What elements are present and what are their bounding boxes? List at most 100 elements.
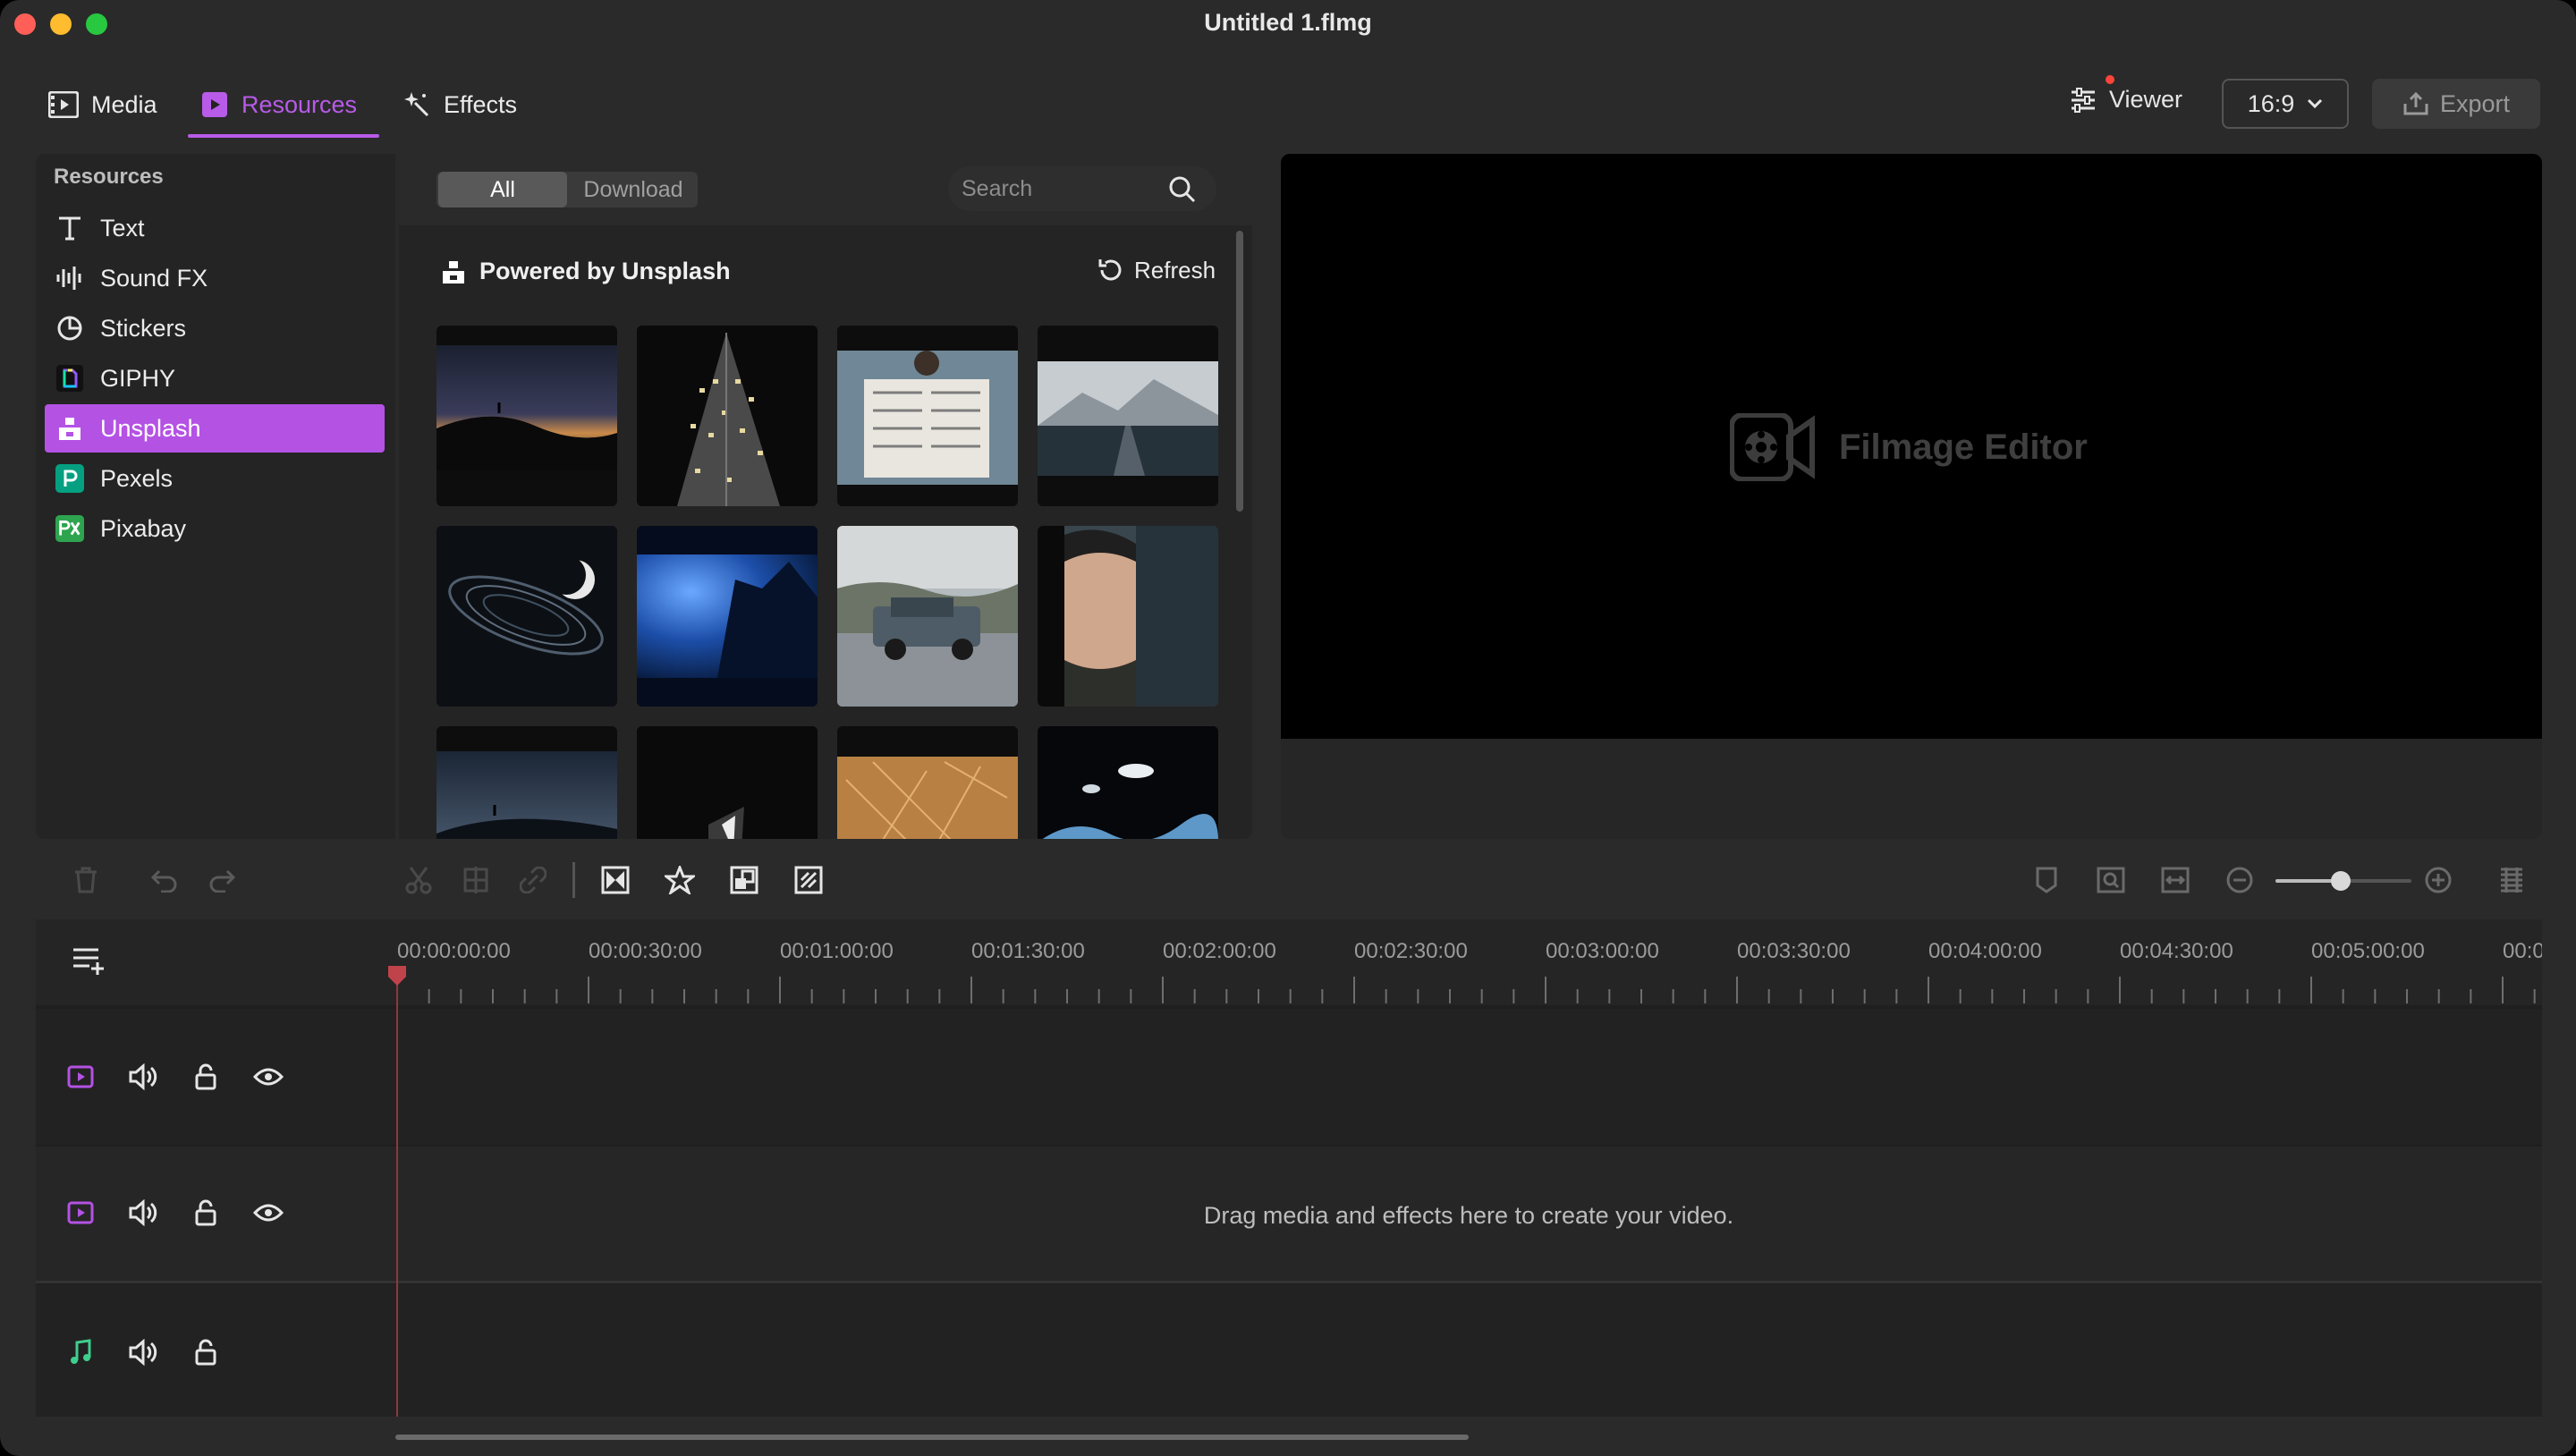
image-thumbnail-ice-clouds[interactable]: [1038, 726, 1218, 839]
filter-all-button[interactable]: All: [438, 172, 567, 207]
drop-hint: Drag media and effects here to create yo…: [1203, 1202, 1734, 1229]
image-thumbnail-snowy-road[interactable]: [1038, 326, 1218, 506]
ruler-label: 00:01:00:00: [780, 939, 894, 963]
refresh-button[interactable]: Refresh: [1097, 256, 1216, 284]
fit-width-icon[interactable]: [2157, 862, 2193, 898]
redo-icon[interactable]: [204, 862, 240, 898]
sliders-icon: [2070, 74, 2114, 113]
export-icon: [2402, 91, 2429, 116]
toolbar-divider: [572, 862, 575, 898]
tab-media-label: Media: [91, 90, 157, 118]
pexels-icon: [55, 464, 84, 493]
active-tab-indicator: [188, 134, 379, 138]
app-window: Untitled 1.flmg Media Resources Effects …: [0, 0, 2576, 1456]
scissors-icon[interactable]: [401, 862, 436, 898]
viewer-settings-button[interactable]: Viewer: [2070, 74, 2182, 114]
transition-icon[interactable]: [597, 862, 633, 898]
aspect-ratio-select[interactable]: 16:9: [2222, 79, 2349, 129]
image-thumbnail-skyscraper[interactable]: [637, 326, 818, 506]
sidebar-item-label: Sound FX: [100, 264, 208, 292]
audio-track[interactable]: [36, 1284, 2542, 1417]
eye-icon[interactable]: [249, 1057, 288, 1096]
library-scrollbar[interactable]: [1236, 231, 1243, 512]
ruler-label: 00:00:00:00: [397, 939, 511, 963]
timeline-horizontal-scrollbar[interactable]: [395, 1435, 1469, 1440]
pixabay-icon: [55, 514, 84, 543]
image-thumbnail-dark-light[interactable]: [637, 726, 818, 839]
unsplash-icon: [55, 414, 84, 443]
zoom-out-icon[interactable]: [2222, 862, 2258, 898]
sidebar-item-sound-fx[interactable]: Sound FX: [45, 254, 385, 302]
lock-icon[interactable]: [186, 1333, 225, 1372]
image-thumbnail-vintage-jeep[interactable]: [837, 526, 1018, 707]
ruler-label: 00:04:30:00: [2120, 939, 2233, 963]
image-thumbnail-planet-rings[interactable]: [436, 526, 617, 707]
notification-dot: [2106, 74, 2114, 84]
zoom-slider-thumb[interactable]: [2331, 871, 2351, 891]
volume-icon[interactable]: [123, 1333, 163, 1372]
search-input[interactable]: Search: [948, 166, 1216, 211]
waveform-toggle-icon[interactable]: [2494, 862, 2529, 898]
zoom-slider[interactable]: [2275, 871, 2411, 891]
text-icon: [55, 214, 84, 242]
ruler-label: 00:03:00:00: [1546, 939, 1659, 963]
sidebar-item-label: Pexels: [100, 464, 174, 492]
ruler-label: 00:0: [2503, 939, 2542, 963]
video-track-1[interactable]: [36, 1009, 2542, 1145]
image-thumbnail-dried-grass[interactable]: [837, 726, 1018, 839]
add-track-icon[interactable]: [72, 946, 106, 977]
split-icon[interactable]: [458, 862, 494, 898]
refresh-label: Refresh: [1134, 256, 1216, 284]
sidebar-item-pexels[interactable]: Pexels: [45, 454, 385, 503]
zoom-in-icon[interactable]: [2420, 862, 2456, 898]
sidebar-item-stickers[interactable]: Stickers: [45, 304, 385, 352]
volume-icon[interactable]: [123, 1057, 163, 1096]
tab-media[interactable]: Media: [48, 82, 157, 127]
export-button[interactable]: Export: [2372, 79, 2540, 129]
tab-effects[interactable]: Effects: [402, 82, 517, 127]
window-title: Untitled 1.flmg: [1204, 9, 1372, 36]
ruler-label: 00:05:00:00: [2311, 939, 2425, 963]
filter-icon[interactable]: [791, 862, 826, 898]
lock-icon[interactable]: [186, 1057, 225, 1096]
volume-icon[interactable]: [123, 1193, 163, 1232]
sidebar-item-label: Stickers: [100, 314, 187, 342]
track-divider: [36, 1281, 2542, 1283]
sidebar-item-pixabay[interactable]: Pixabay: [45, 504, 385, 553]
ruler-label: 00:00:30:00: [589, 939, 702, 963]
delete-icon[interactable]: [68, 862, 104, 898]
zoom-fit-icon[interactable]: [2093, 862, 2129, 898]
tab-resources[interactable]: Resources: [200, 82, 357, 127]
eye-icon[interactable]: [249, 1193, 288, 1232]
camera-logo-icon: [1730, 413, 1816, 481]
link-icon[interactable]: [515, 862, 551, 898]
unsplash-icon: [440, 258, 467, 285]
sidebar-item-unsplash[interactable]: Unsplash: [45, 404, 385, 453]
lock-icon[interactable]: [186, 1193, 225, 1232]
image-thumbnail-newspaper-reader[interactable]: [837, 326, 1018, 506]
sidebar-heading: Resources: [54, 165, 164, 189]
image-thumbnail-portrait-man[interactable]: [1038, 526, 1218, 707]
sidebar-item-label: Text: [100, 214, 145, 241]
playhead-handle[interactable]: [386, 964, 408, 987]
image-thumbnail-night-hill[interactable]: [436, 726, 617, 839]
overlay-icon[interactable]: [726, 862, 762, 898]
star-effect-icon[interactable]: [662, 862, 698, 898]
sidebar-item-text[interactable]: Text: [45, 204, 385, 252]
ruler-label: 00:01:30:00: [971, 939, 1085, 963]
playhead-line: [396, 971, 398, 1417]
filter-download-button[interactable]: Download: [569, 172, 698, 207]
search-placeholder: Search: [962, 176, 1033, 201]
image-thumbnail-underwater-cave[interactable]: [637, 526, 818, 707]
image-thumbnail-dusk-silhouette[interactable]: [436, 326, 617, 506]
sidebar-item-giphy[interactable]: GIPHY: [45, 354, 385, 402]
undo-icon[interactable]: [147, 862, 182, 898]
video-viewer: Filmage Editor: [1281, 154, 2542, 839]
aspect-ratio-value: 16:9: [2247, 89, 2295, 117]
source-label: Powered by Unsplash: [479, 258, 731, 284]
sticker-icon: [55, 314, 84, 343]
export-label: Export: [2439, 89, 2511, 117]
video-track-icon: [61, 1057, 100, 1096]
marker-icon[interactable]: [2029, 862, 2064, 898]
tab-effects-label: Effects: [444, 90, 518, 118]
